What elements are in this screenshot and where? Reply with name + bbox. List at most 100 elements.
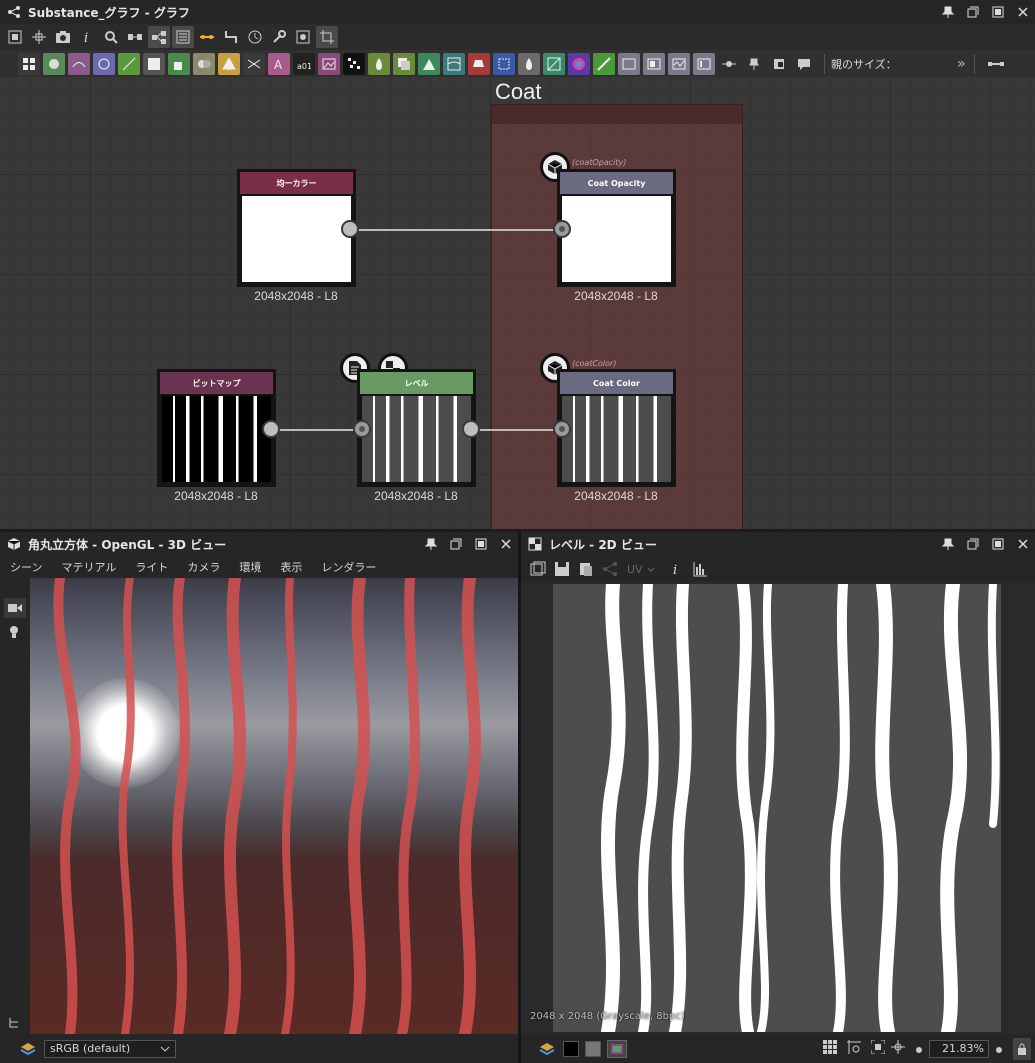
parent-size-label[interactable]: 親のサイズ： <box>831 56 951 72</box>
drop-node-icon[interactable] <box>518 52 540 75</box>
histogram-node-icon[interactable] <box>418 52 440 75</box>
hierarchy-icon[interactable] <box>8 1014 20 1033</box>
layers-icon[interactable] <box>20 1041 36 1057</box>
save-icon[interactable] <box>551 558 573 580</box>
node-coat-color-input[interactable] <box>553 420 571 438</box>
histogram-icon[interactable] <box>689 558 711 580</box>
view3d-viewport[interactable] <box>30 578 518 1034</box>
tiling-icon[interactable] <box>847 1039 861 1058</box>
normal-node-icon[interactable] <box>543 52 565 75</box>
view2d-viewport[interactable]: 2048 x 2048 (Grayscale, 8bpc) <box>521 582 1035 1034</box>
snapshot-icon[interactable] <box>292 26 314 48</box>
history-icon[interactable] <box>244 26 266 48</box>
menu-environment[interactable]: 環境 <box>239 559 261 575</box>
node-uniform-color[interactable]: 均一カラー <box>237 169 356 287</box>
clipboard-icon[interactable] <box>575 558 597 580</box>
node-levels-output[interactable] <box>462 420 480 438</box>
image-node-icon[interactable] <box>318 52 340 75</box>
frame-node-icon[interactable] <box>768 53 790 75</box>
color-wheel-icon[interactable] <box>568 52 590 75</box>
pin-icon[interactable] <box>423 536 439 552</box>
fill-node-icon[interactable] <box>468 52 490 75</box>
link-icon[interactable] <box>196 26 218 48</box>
info-icon[interactable]: i <box>76 26 98 48</box>
restore-icon[interactable] <box>448 536 464 552</box>
comment-node-icon[interactable] <box>793 53 815 75</box>
maximize-icon[interactable] <box>473 536 489 552</box>
bounds-node-icon[interactable] <box>493 52 515 75</box>
connector-toggle-icon[interactable] <box>985 53 1007 75</box>
checker-background-button[interactable] <box>585 1040 601 1057</box>
maximize-icon[interactable] <box>990 536 1006 552</box>
stack-icon[interactable] <box>172 26 194 48</box>
gradient-map-icon[interactable] <box>593 52 615 75</box>
mirror-node-icon[interactable] <box>218 52 240 75</box>
node-levels-input[interactable] <box>353 420 371 438</box>
value-node-icon[interactable]: a01 <box>293 52 315 75</box>
warp-node-icon[interactable] <box>443 52 465 75</box>
lock-icon[interactable] <box>1013 1037 1031 1060</box>
node-levels[interactable]: レベル <box>357 369 476 487</box>
colorspace-select[interactable]: sRGB (default) <box>44 1039 176 1058</box>
frame-selected-icon[interactable] <box>28 26 50 48</box>
node-coat-opacity-input[interactable] <box>553 220 571 238</box>
levels-node-icon[interactable] <box>368 52 390 75</box>
filter-d-icon[interactable] <box>693 52 715 75</box>
gradient-node-icon[interactable] <box>143 52 165 75</box>
wrench-icon[interactable] <box>268 26 290 48</box>
copy-view-icon[interactable] <box>527 558 549 580</box>
frame-all-icon[interactable] <box>4 26 26 48</box>
filter-a-icon[interactable] <box>618 52 640 75</box>
transform-node-icon[interactable] <box>168 52 190 75</box>
light-tool-icon[interactable] <box>8 624 20 643</box>
zoom-in-icon[interactable] <box>995 1039 1003 1058</box>
zoom-field[interactable]: 21.83% <box>929 1039 989 1058</box>
uv-dropdown[interactable]: UV <box>627 563 655 576</box>
node-bitmap[interactable]: ビットマップ <box>157 369 276 487</box>
menu-camera[interactable]: カメラ <box>187 559 220 575</box>
noise-node-icon[interactable] <box>343 52 365 75</box>
node-coat-opacity[interactable]: Coat Opacity <box>557 169 676 287</box>
circle-node-icon[interactable] <box>93 52 115 75</box>
menu-material[interactable]: マテリアル <box>61 559 116 575</box>
connector-icon[interactable] <box>124 26 146 48</box>
filter-c-icon[interactable] <box>668 52 690 75</box>
pin-icon[interactable] <box>940 4 956 20</box>
info-icon[interactable]: i <box>665 558 687 580</box>
pin-node-icon[interactable] <box>743 53 765 75</box>
color-channel-button[interactable] <box>607 1039 627 1058</box>
material-node-icon[interactable] <box>43 52 65 75</box>
menu-light[interactable]: ライト <box>135 559 168 575</box>
maximize-icon[interactable] <box>990 4 1006 20</box>
restore-icon[interactable] <box>965 536 981 552</box>
crop-icon[interactable] <box>316 26 338 48</box>
layers-node-icon[interactable] <box>393 52 415 75</box>
fit-view-icon[interactable] <box>870 1039 886 1058</box>
search-icon[interactable] <box>100 26 122 48</box>
text-node-icon[interactable]: A <box>268 52 290 75</box>
grid-toggle-icon[interactable] <box>823 1039 837 1058</box>
shuffle-node-icon[interactable] <box>243 52 265 75</box>
black-background-button[interactable] <box>563 1040 579 1057</box>
graph-node-icon[interactable] <box>118 52 140 75</box>
zoom-out-icon[interactable] <box>915 1039 923 1058</box>
node-bitmap-output[interactable] <box>262 420 280 438</box>
close-icon[interactable] <box>1015 4 1031 20</box>
toolbar-overflow-button[interactable]: » <box>957 56 966 72</box>
dot-node-icon[interactable] <box>718 53 740 75</box>
graph-canvas[interactable]: Coat 均一カラー 2048x2048 - L8 (coatOpacity) … <box>0 77 1035 529</box>
menu-renderer[interactable]: レンダラー <box>321 559 376 575</box>
node-coat-color[interactable]: Coat Color <box>557 369 676 487</box>
blend-node-icon[interactable] <box>193 52 215 75</box>
curve-node-icon[interactable] <box>68 52 90 75</box>
camera-icon[interactable] <box>52 26 74 48</box>
camera-tool-icon[interactable] <box>4 598 26 618</box>
restore-icon[interactable] <box>965 4 981 20</box>
layers-icon[interactable] <box>539 1041 555 1057</box>
filter-b-icon[interactable] <box>643 52 665 75</box>
menu-display[interactable]: 表示 <box>280 559 302 575</box>
route-icon[interactable] <box>220 26 242 48</box>
close-icon[interactable] <box>1015 536 1031 552</box>
center-view-icon[interactable] <box>891 1039 905 1058</box>
menu-scene[interactable]: シーン <box>10 559 42 575</box>
